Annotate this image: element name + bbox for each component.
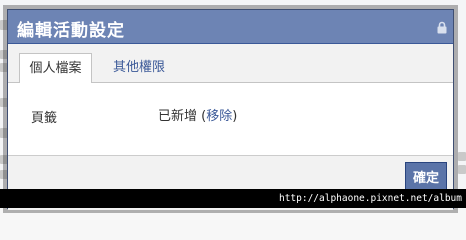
tab-other-permissions[interactable]: 其他權限	[106, 53, 172, 82]
tabs-field-value: 已新增 (移除)	[158, 105, 237, 124]
background-text	[458, 165, 466, 174]
lock-icon	[437, 21, 447, 34]
paren-close: )	[232, 109, 238, 124]
status-text: 已新增	[158, 109, 198, 124]
tabs-field-label: 頁籤	[31, 111, 58, 126]
remove-link[interactable]: 移除	[206, 109, 232, 124]
dialog-content: 頁籤 已新增 (移除)	[8, 83, 453, 155]
watermark-url: http://alphaone.pixnet.net/album	[0, 189, 466, 208]
dialog-title: 編輯活動設定	[17, 21, 125, 41]
dialog-titlebar: 編輯活動設定	[8, 10, 453, 44]
confirm-button[interactable]: 確定	[405, 162, 447, 190]
tab-profile[interactable]: 個人檔案	[19, 53, 92, 84]
tab-bar: 個人檔案 其他權限	[8, 44, 453, 84]
edit-event-settings-dialog: 編輯活動設定 個人檔案 其他權限 頁籤 已新增 (移除) 確定	[7, 9, 454, 210]
background-text	[458, 152, 466, 161]
